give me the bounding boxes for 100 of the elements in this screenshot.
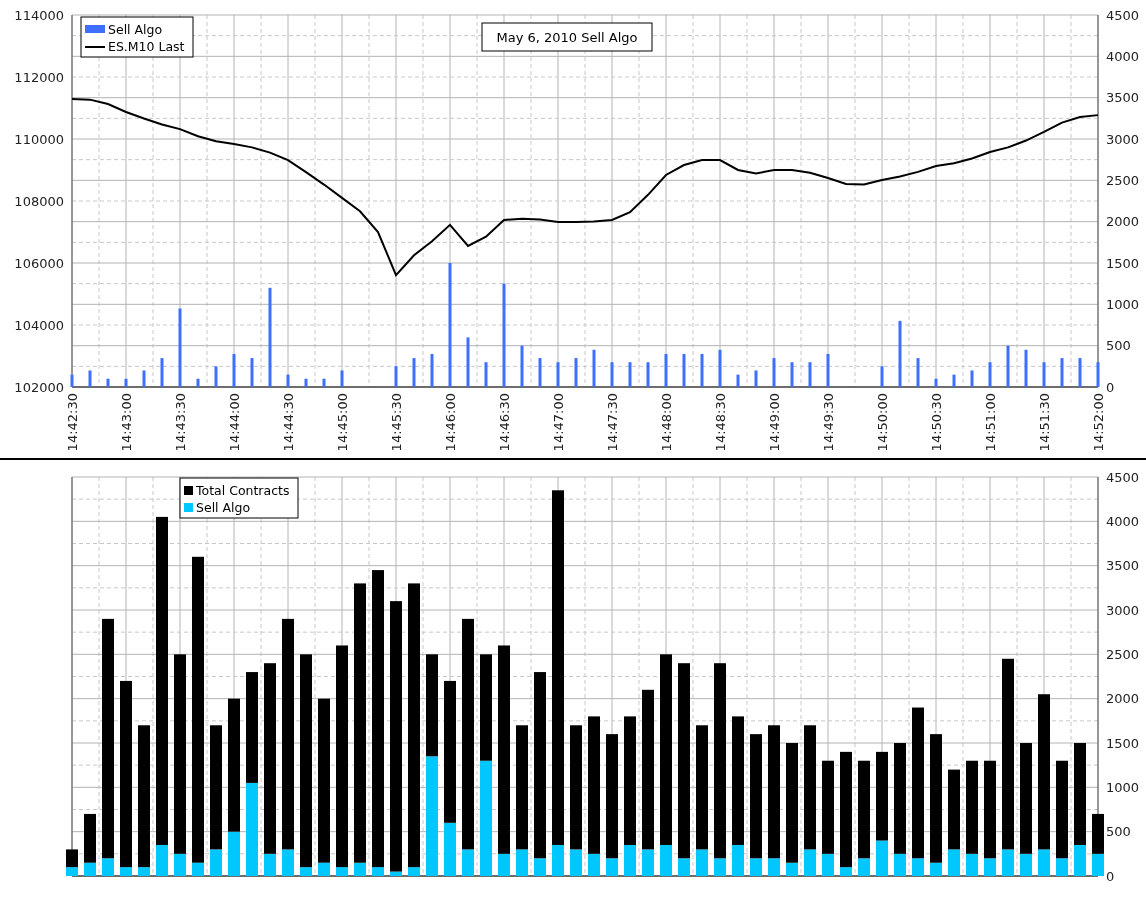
data-bar	[610, 362, 614, 387]
axis-tick-label: 112000	[14, 69, 64, 85]
axis-tick-label: 14:48:30	[713, 393, 728, 452]
chart-title: May 6, 2010 Sell Algo	[496, 30, 638, 45]
axis-tick-label: 500	[1106, 824, 1131, 840]
axis-tick-label: 114000	[14, 7, 64, 23]
data-bar	[790, 362, 794, 387]
data-bar	[466, 337, 470, 387]
axis-tick-label: 2000	[1106, 691, 1140, 707]
data-bar	[646, 362, 650, 387]
axis-tick-label: 14:49:00	[767, 393, 782, 452]
data-bar	[628, 362, 632, 387]
data-bar	[970, 370, 974, 387]
data-bar	[340, 370, 344, 387]
data-bar	[808, 362, 812, 387]
axis-tick-label: 3500	[1106, 558, 1140, 574]
axis-tick-label: 3500	[1106, 90, 1140, 106]
data-bar	[556, 362, 560, 387]
axis-tick-label: 14:45:30	[389, 393, 404, 452]
axis-tick-label: 2000	[1106, 214, 1140, 230]
data-bar	[826, 353, 830, 387]
axis-tick-label: 106000	[14, 255, 64, 271]
axis-tick-label: 2500	[1106, 172, 1140, 188]
axis-tick-label: 500	[1106, 338, 1131, 354]
data-bar	[682, 353, 686, 387]
axis-tick-label: 14:44:30	[281, 393, 296, 452]
axis-tick-label: 4000	[1106, 513, 1140, 529]
data-bar	[412, 358, 416, 387]
axis-tick-label: 110000	[14, 131, 64, 147]
axis-tick-label: 4000	[1106, 48, 1140, 64]
legend-label: Sell Algo	[108, 22, 163, 37]
data-bar	[520, 345, 524, 387]
data-bar	[1060, 358, 1064, 387]
data-bar	[736, 374, 740, 387]
axis-tick-label: 104000	[14, 317, 64, 333]
data-bar	[304, 378, 308, 387]
axis-tick-label: 4500	[1106, 7, 1140, 23]
data-bar	[916, 358, 920, 387]
data-bar	[214, 366, 218, 387]
data-bar	[1078, 358, 1082, 387]
data-bar	[754, 370, 758, 387]
data-bar	[952, 374, 956, 387]
axis-tick-label: 14:43:00	[119, 393, 134, 452]
axis-tick-label: 14:47:00	[551, 393, 566, 452]
axis-tick-label: 14:44:00	[227, 393, 242, 452]
data-bar	[160, 358, 164, 387]
axis-tick-label: 14:46:30	[497, 393, 512, 452]
axis-tick-label: 14:49:30	[821, 393, 836, 452]
data-bar	[772, 358, 776, 387]
axis-tick-label: 1000	[1106, 779, 1140, 795]
data-bar	[1024, 349, 1028, 387]
data-bar	[1096, 362, 1100, 387]
axis-tick-label: 0	[1106, 379, 1115, 395]
data-bar	[142, 370, 146, 387]
axis-tick-label: 14:45:00	[335, 393, 350, 452]
axis-tick-label: 4500	[1106, 469, 1140, 485]
data-bar	[934, 378, 938, 387]
data-bar	[898, 320, 902, 387]
data-bar	[484, 362, 488, 387]
data-bar	[1042, 362, 1046, 387]
data-bar	[286, 374, 290, 387]
data-bar	[430, 353, 434, 387]
data-bar	[196, 378, 200, 387]
data-bar	[880, 366, 884, 387]
data-bar	[232, 353, 236, 387]
legend-label: Total Contracts	[196, 483, 290, 498]
axis-tick-label: 102000	[14, 379, 64, 395]
data-bar	[88, 370, 92, 387]
axis-tick-label: 1500	[1106, 255, 1140, 271]
data-bar	[988, 362, 992, 387]
data-bar	[70, 374, 74, 387]
axis-tick-label: 3000	[1106, 602, 1140, 618]
axis-tick-label: 14:50:00	[875, 393, 890, 452]
legend-label: ES.M10 Last	[108, 39, 185, 54]
axis-tick-label: 14:51:00	[983, 393, 998, 452]
data-bar	[592, 349, 596, 387]
axis-tick-label: 14:48:00	[659, 393, 674, 452]
axis-tick-label: 14:43:30	[173, 393, 188, 452]
data-bar	[394, 366, 398, 387]
legend-label: Sell Algo	[196, 500, 251, 515]
data-bar	[124, 378, 128, 387]
axis-tick-label: 1500	[1106, 735, 1140, 751]
data-bar	[106, 378, 110, 387]
axis-tick-label: 2500	[1106, 646, 1140, 662]
axis-tick-label: 0	[1106, 868, 1115, 884]
axis-tick-label: 14:42:30	[65, 393, 80, 452]
axis-tick-label: 14:50:30	[929, 393, 944, 452]
axis-tick-label: 1000	[1106, 296, 1140, 312]
data-bar	[700, 353, 704, 387]
axis-tick-label: 3000	[1106, 131, 1140, 147]
data-bar	[1006, 345, 1010, 387]
data-bar	[250, 358, 254, 387]
data-bar	[322, 378, 326, 387]
axis-tick-label: 14:47:30	[605, 393, 620, 452]
data-bar	[718, 349, 722, 387]
axis-tick-label: 14:51:30	[1037, 393, 1052, 452]
axis-tick-label: 108000	[14, 193, 64, 209]
axis-tick-label: 14:52:00	[1091, 393, 1106, 452]
data-bar	[538, 358, 542, 387]
data-bar	[574, 358, 578, 387]
